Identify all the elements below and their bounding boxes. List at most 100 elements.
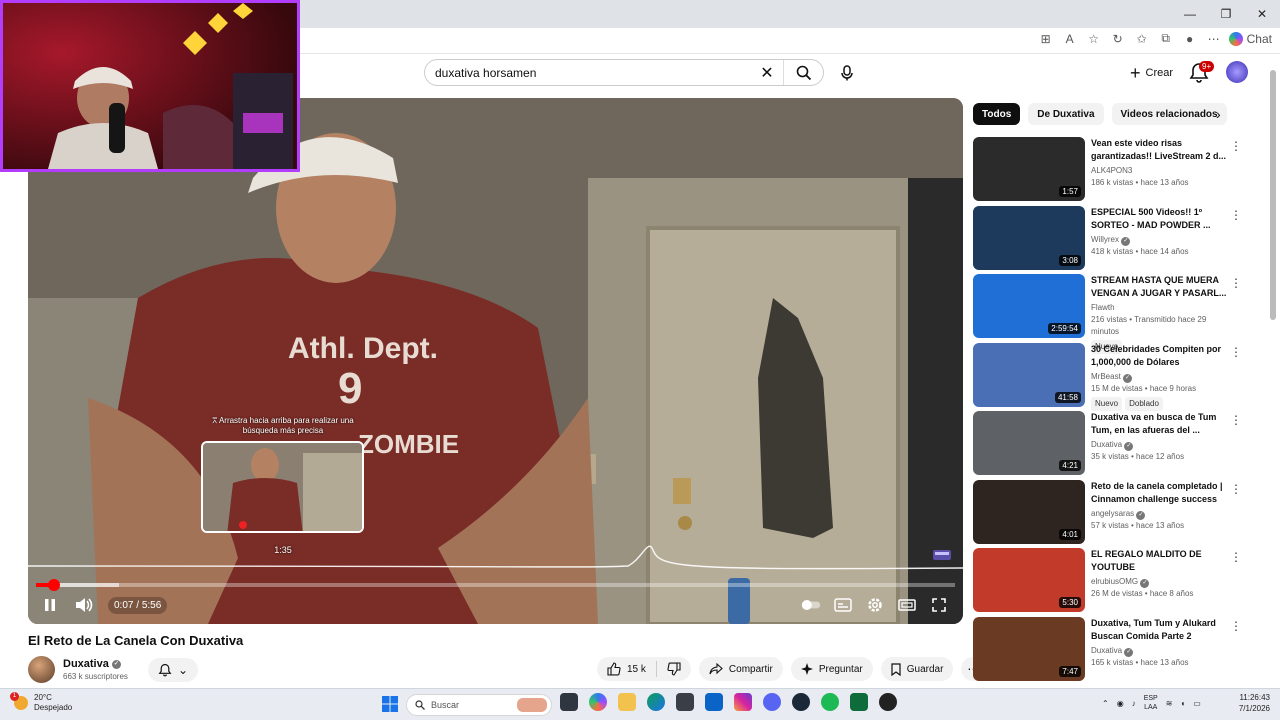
- video-player[interactable]: Athl. Dept. 9 ZOMBIE ⩞ Arrastra hacia ar…: [28, 98, 963, 624]
- edge-browser-icon[interactable]: [647, 693, 665, 711]
- language-indicator[interactable]: ESP LAA: [1144, 694, 1158, 712]
- create-button[interactable]: + Crear: [1120, 60, 1184, 86]
- wifi-icon[interactable]: ≋: [1166, 699, 1173, 708]
- more-vert-icon[interactable]: ⋮: [1230, 550, 1242, 564]
- outlook-icon[interactable]: [705, 693, 723, 711]
- recommendation-item[interactable]: 1:57 Vean este video risas garantizadas!…: [973, 137, 1258, 206]
- rec-channel[interactable]: Duxativa: [1091, 440, 1122, 449]
- apps-icon[interactable]: ⊞: [1037, 32, 1055, 46]
- restore-icon[interactable]: ❐: [1208, 0, 1244, 28]
- more-icon[interactable]: ⋯: [1205, 32, 1223, 46]
- page-scrollbar[interactable]: [1268, 56, 1278, 686]
- profile-icon[interactable]: ●: [1181, 32, 1199, 46]
- subscription-bell-button[interactable]: ⌄: [148, 658, 198, 682]
- more-vert-icon[interactable]: ⋮: [1230, 482, 1242, 496]
- store-icon[interactable]: [676, 693, 694, 711]
- search-button[interactable]: [783, 60, 823, 85]
- favorites-icon[interactable]: ✩: [1133, 32, 1151, 46]
- headset-tray-icon[interactable]: ♪: [1132, 699, 1136, 708]
- chip-videos-relacionados[interactable]: Videos relacionados: [1111, 103, 1227, 125]
- minimize-icon[interactable]: —: [1172, 0, 1208, 28]
- rec-title[interactable]: ESPECIAL 500 Videos!! 1º SORTEO - MAD PO…: [1091, 206, 1231, 232]
- rec-channel[interactable]: Flawth: [1091, 303, 1115, 312]
- terminal-icon[interactable]: [850, 693, 868, 711]
- file-explorer-icon[interactable]: [618, 693, 636, 711]
- rec-title[interactable]: 30 Celebridades Compiten por 1,000,000 d…: [1091, 343, 1231, 369]
- recommendation-item[interactable]: 3:08 ESPECIAL 500 Videos!! 1º SORTEO - M…: [973, 205, 1258, 275]
- rec-thumbnail[interactable]: 7:47: [973, 616, 1085, 681]
- steam-icon[interactable]: [792, 693, 810, 711]
- rec-title[interactable]: Vean este video risas garantizadas!! Liv…: [1091, 137, 1231, 163]
- more-vert-icon[interactable]: ⋮: [1230, 619, 1242, 633]
- copilot-taskbar-icon[interactable]: [589, 693, 607, 711]
- more-vert-icon[interactable]: ⋮: [1230, 139, 1242, 153]
- channel-avatar[interactable]: [28, 656, 55, 683]
- rec-title[interactable]: Duxativa va en busca de Tum Tum, en las …: [1091, 411, 1231, 437]
- rec-thumbnail[interactable]: 1:57: [973, 137, 1085, 201]
- rec-title[interactable]: Reto de la canela completado | Cinnamon …: [1091, 480, 1231, 506]
- rec-title[interactable]: STREAM HASTA QUE MUERA VENGAN A JUGAR Y …: [1091, 274, 1231, 300]
- search-input[interactable]: [435, 65, 757, 80]
- rec-channel[interactable]: angelysaras: [1091, 509, 1134, 518]
- rec-channel[interactable]: Willyrex: [1091, 235, 1119, 244]
- rec-title[interactable]: EL REGALO MALDITO DE YOUTUBE: [1091, 548, 1231, 574]
- share-button[interactable]: Compartir: [698, 657, 783, 681]
- instagram-icon[interactable]: [734, 693, 752, 711]
- favorite-star-icon[interactable]: ☆: [1085, 32, 1103, 46]
- copilot-button[interactable]: Chat: [1228, 31, 1272, 46]
- close-window-icon[interactable]: ✕: [1244, 0, 1280, 28]
- scrubber-handle[interactable]: [48, 579, 61, 591]
- clear-search-icon[interactable]: ✕: [757, 63, 777, 83]
- recommendation-item[interactable]: 2:59:54 STREAM HASTA QUE MUERA VENGAN A …: [973, 274, 1258, 354]
- rec-channel[interactable]: ALK4PON3: [1091, 166, 1132, 175]
- recommendation-item[interactable]: 5:30 EL REGALO MALDITO DE YOUTUBE elrubi…: [973, 548, 1258, 617]
- volume-button[interactable]: [74, 595, 94, 615]
- read-aloud-icon[interactable]: A: [1061, 32, 1079, 46]
- more-vert-icon[interactable]: ⋮: [1230, 276, 1242, 290]
- rec-thumbnail[interactable]: 4:21: [973, 411, 1085, 475]
- rec-thumbnail[interactable]: 41:58: [973, 342, 1085, 407]
- more-vert-icon[interactable]: ⋮: [1230, 345, 1242, 359]
- channel-name[interactable]: Duxativa: [63, 658, 109, 670]
- fullscreen-button[interactable]: [929, 595, 949, 615]
- system-clock[interactable]: 11:26:43 7/1/2026: [1228, 692, 1270, 714]
- subtitles-button[interactable]: [833, 595, 853, 615]
- collections-icon[interactable]: ⧉: [1157, 31, 1175, 46]
- rec-thumbnail[interactable]: 2:59:54: [973, 274, 1085, 338]
- ask-button[interactable]: Preguntar: [790, 657, 873, 681]
- chevron-up-icon[interactable]: ⌃: [1102, 699, 1109, 708]
- theater-mode-button[interactable]: [897, 595, 917, 615]
- task-view-icon[interactable]: [560, 693, 578, 711]
- settings-button[interactable]: [865, 595, 885, 615]
- spotify-icon[interactable]: [821, 693, 839, 711]
- search-box[interactable]: ✕: [424, 59, 824, 86]
- dislike-button[interactable]: [657, 657, 691, 681]
- obs-icon[interactable]: [879, 693, 897, 711]
- chip-de-duxativa[interactable]: De Duxativa: [1028, 103, 1104, 125]
- like-button[interactable]: 15 k: [597, 657, 656, 681]
- rec-thumbnail[interactable]: 5:30: [973, 548, 1085, 612]
- recommendation-item[interactable]: 4:21 Duxativa va en busca de Tum Tum, en…: [973, 411, 1258, 480]
- battery-icon[interactable]: ▭: [1193, 699, 1201, 708]
- voice-search-button[interactable]: [834, 60, 860, 86]
- account-avatar[interactable]: [1226, 61, 1248, 83]
- progress-bar[interactable]: [36, 578, 955, 592]
- rec-channel[interactable]: MrBeast: [1091, 372, 1121, 381]
- chip-todos[interactable]: Todos: [973, 103, 1021, 125]
- pause-button[interactable]: [40, 595, 60, 615]
- network-tray-icon[interactable]: ◉: [1117, 699, 1124, 708]
- save-button[interactable]: Guardar: [880, 657, 954, 681]
- rec-channel[interactable]: Duxativa: [1091, 646, 1122, 655]
- recommendation-item[interactable]: 4:01 Reto de la canela completado | Cinn…: [973, 479, 1258, 549]
- recommendation-item[interactable]: 41:58 30 Celebridades Compiten por 1,000…: [973, 342, 1258, 412]
- weather-widget[interactable]: 1 20°C Despejado: [10, 692, 72, 713]
- rec-thumbnail[interactable]: 3:08: [973, 205, 1085, 270]
- rec-channel[interactable]: elrubiusOMG: [1091, 577, 1138, 586]
- more-vert-icon[interactable]: ⋮: [1230, 413, 1242, 427]
- rec-thumbnail[interactable]: 4:01: [973, 479, 1085, 544]
- chevron-right-icon[interactable]: ›: [1216, 106, 1221, 122]
- autoplay-toggle[interactable]: [801, 595, 821, 615]
- taskbar-search[interactable]: Buscar: [406, 694, 552, 716]
- recommendation-item[interactable]: 7:47 Duxativa, Tum Tum y Alukard Buscan …: [973, 616, 1258, 686]
- more-vert-icon[interactable]: ⋮: [1230, 208, 1242, 222]
